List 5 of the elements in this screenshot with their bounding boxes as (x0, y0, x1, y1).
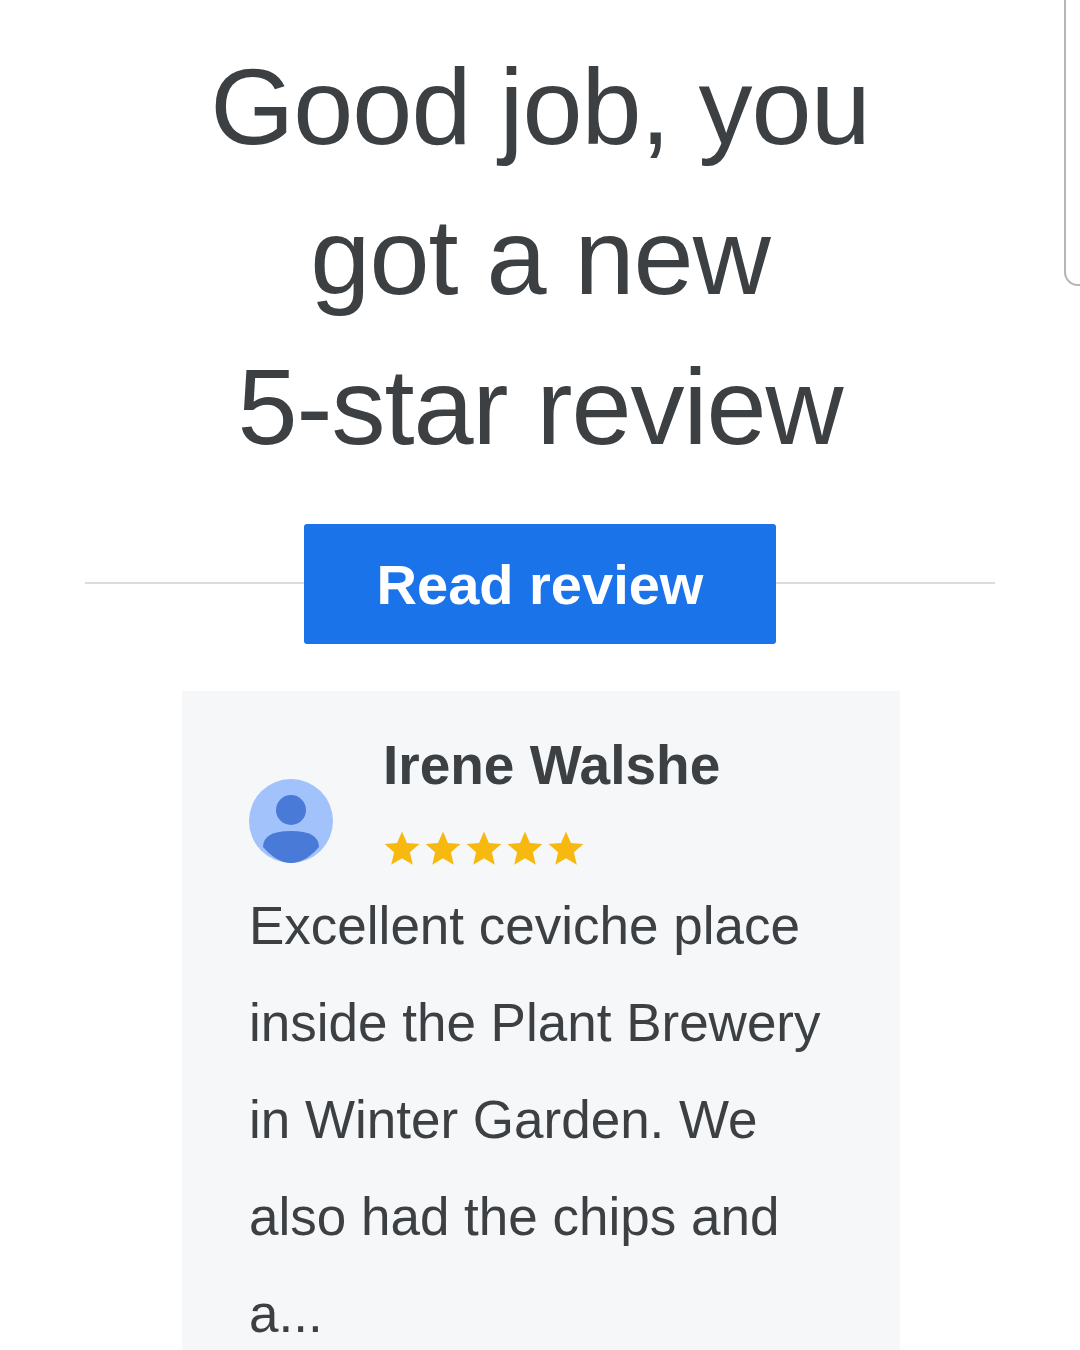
reviewer-name: Irene Walshe (383, 733, 721, 798)
headline: Good job, you got a new 5-star review (210, 45, 870, 469)
avatar-icon (249, 779, 333, 863)
read-review-button[interactable]: Read review (304, 524, 776, 644)
review-text: Excellent ceviche place inside the Plant Brewery in Winter Garden. We also had the chips and a... (249, 895, 822, 1345)
